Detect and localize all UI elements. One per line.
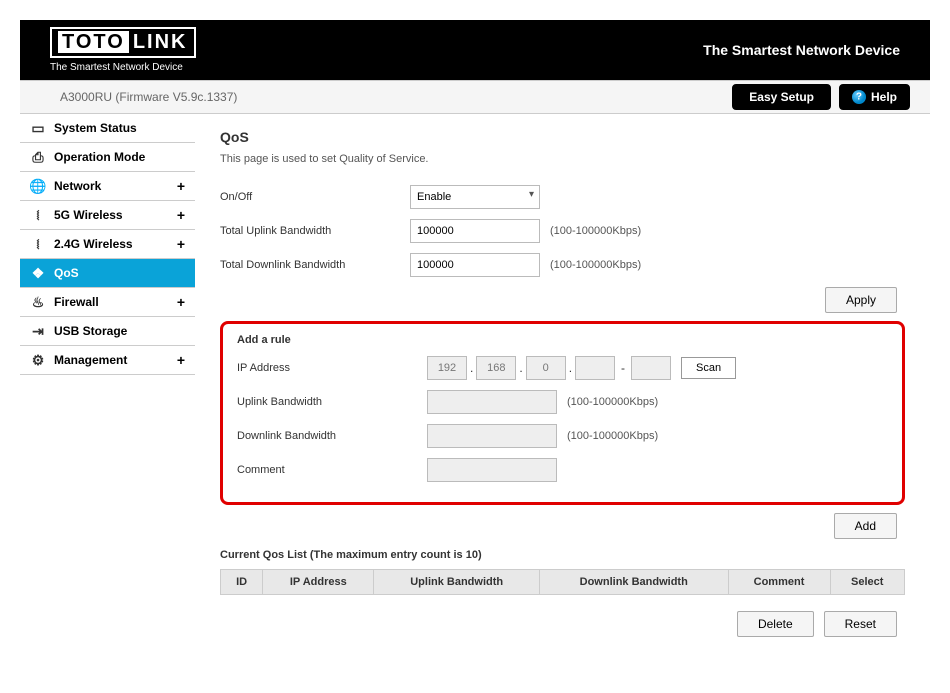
brand-boxed: TOTO [58, 31, 129, 53]
col-comment: Comment [728, 570, 830, 595]
col-id: ID [221, 570, 263, 595]
sidebar-item-label: Network [54, 179, 101, 193]
sidebar-item-label: Management [54, 353, 127, 367]
brand-subtitle: The Smartest Network Device [50, 62, 196, 73]
help-button[interactable]: Help [839, 84, 910, 110]
brand-rest: LINK [133, 31, 188, 53]
apply-button[interactable]: Apply [825, 287, 897, 313]
ip-address-label: IP Address [237, 362, 427, 374]
ip-octet-3[interactable] [526, 356, 566, 380]
col-ip: IP Address [263, 570, 374, 595]
reset-button[interactable]: Reset [824, 611, 897, 637]
total-uplink-input[interactable] [410, 219, 540, 243]
easy-setup-button[interactable]: Easy Setup [732, 84, 831, 110]
qos-icon: ❖ [30, 265, 46, 281]
expand-icon: + [177, 236, 185, 252]
expand-icon: + [177, 207, 185, 223]
add-button[interactable]: Add [834, 513, 897, 539]
downlink-hint: (100-100000Kbps) [550, 259, 641, 271]
sidebar-item-label: System Status [54, 121, 137, 135]
sidebar-item-label: QoS [54, 266, 79, 280]
rule-downlink-input[interactable] [427, 424, 557, 448]
uplink-hint: (100-100000Kbps) [550, 225, 641, 237]
content: QoS This page is used to set Quality of … [195, 114, 930, 652]
rule-uplink-input[interactable] [427, 390, 557, 414]
ip-octet-4[interactable] [575, 356, 615, 380]
sidebar-item-system-status[interactable]: ▭ System Status [20, 114, 195, 143]
globe-icon: 🌐 [30, 178, 46, 194]
add-rule-title: Add a rule [237, 334, 888, 346]
help-label: Help [871, 90, 897, 104]
expand-icon: + [177, 178, 185, 194]
sidebar-item-5g-wireless[interactable]: ⧙ 5G Wireless + [20, 201, 195, 230]
page-description: This page is used to set Quality of Serv… [220, 153, 905, 165]
ip-octet-2[interactable] [476, 356, 516, 380]
help-icon [852, 90, 866, 104]
sidebar-item-label: 5G Wireless [54, 208, 123, 222]
comment-input[interactable] [427, 458, 557, 482]
delete-button[interactable]: Delete [737, 611, 814, 637]
add-rule-section: Add a rule IP Address . . . - Scan Uplin… [220, 321, 905, 505]
wifi-icon: ⧙ [30, 207, 46, 223]
header-bar: TOTOLINK The Smartest Network Device The… [20, 20, 930, 80]
rule-downlink-label: Downlink Bandwidth [237, 430, 427, 442]
expand-icon: + [177, 294, 185, 310]
mode-icon: ⎙ [30, 149, 46, 165]
model-label: A3000RU (Firmware V5.9c.1337) [60, 90, 237, 104]
total-downlink-label: Total Downlink Bandwidth [220, 259, 410, 271]
sidebar-item-operation-mode[interactable]: ⎙ Operation Mode [20, 143, 195, 172]
status-icon: ▭ [30, 120, 46, 136]
subheader: A3000RU (Firmware V5.9c.1337) Easy Setup… [20, 80, 930, 114]
col-uplink: Uplink Bandwidth [374, 570, 540, 595]
firewall-icon: ♨ [30, 294, 46, 310]
total-uplink-label: Total Uplink Bandwidth [220, 225, 410, 237]
usb-icon: ⇥ [30, 323, 46, 339]
page-title: QoS [220, 129, 905, 145]
header-tagline: The Smartest Network Device [703, 42, 900, 58]
comment-label: Comment [237, 464, 427, 476]
onoff-label: On/Off [220, 191, 410, 203]
qos-list-title: Current Qos List (The maximum entry coun… [220, 549, 905, 561]
sidebar-item-label: 2.4G Wireless [54, 237, 133, 251]
sidebar-item-management[interactable]: ⚙ Management + [20, 346, 195, 375]
sidebar-item-label: Firewall [54, 295, 99, 309]
qos-list-table: ID IP Address Uplink Bandwidth Downlink … [220, 569, 905, 595]
ip-range-end[interactable] [631, 356, 671, 380]
scan-button[interactable]: Scan [681, 357, 736, 379]
sidebar: ▭ System Status ⎙ Operation Mode 🌐 Network … [20, 114, 195, 652]
gear-icon: ⚙ [30, 352, 46, 368]
onoff-select[interactable]: Enable [410, 185, 540, 209]
sidebar-item-24g-wireless[interactable]: ⧙ 2.4G Wireless + [20, 230, 195, 259]
ip-octet-1[interactable] [427, 356, 467, 380]
total-downlink-input[interactable] [410, 253, 540, 277]
sidebar-item-label: Operation Mode [54, 150, 145, 164]
rule-uplink-label: Uplink Bandwidth [237, 396, 427, 408]
sidebar-item-label: USB Storage [54, 324, 127, 338]
brand-logo: TOTOLINK The Smartest Network Device [50, 27, 196, 73]
col-select: Select [830, 570, 904, 595]
expand-icon: + [177, 352, 185, 368]
sidebar-item-firewall[interactable]: ♨ Firewall + [20, 288, 195, 317]
col-downlink: Downlink Bandwidth [539, 570, 728, 595]
rule-downlink-hint: (100-100000Kbps) [567, 430, 658, 442]
rule-uplink-hint: (100-100000Kbps) [567, 396, 658, 408]
sidebar-item-network[interactable]: 🌐 Network + [20, 172, 195, 201]
sidebar-item-qos[interactable]: ❖ QoS [20, 259, 195, 288]
sidebar-item-usb-storage[interactable]: ⇥ USB Storage [20, 317, 195, 346]
wifi-icon: ⧙ [30, 236, 46, 252]
